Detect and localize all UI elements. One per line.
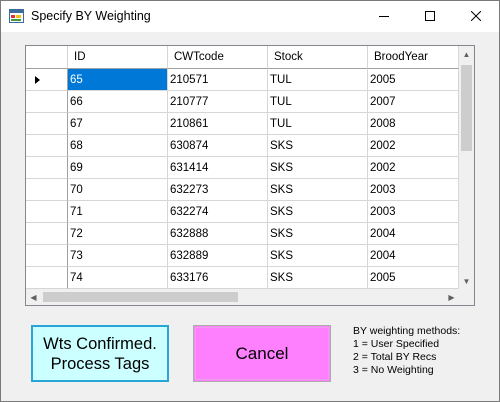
current-row-arrow-icon: [35, 76, 40, 84]
cell-broodyear[interactable]: 2003: [368, 201, 459, 223]
row-header[interactable]: [26, 201, 68, 223]
grid-header: ID CWTcode Stock BroodYear: [26, 46, 459, 69]
table-row[interactable]: 65 210571 TUL 2005: [26, 69, 459, 91]
cell-id[interactable]: 74: [68, 267, 168, 289]
scroll-left-icon[interactable]: ◀: [26, 289, 41, 305]
cell-broodyear[interactable]: 2003: [368, 179, 459, 201]
column-header-id[interactable]: ID: [68, 46, 168, 69]
cell-broodyear[interactable]: 2002: [368, 135, 459, 157]
scroll-right-icon[interactable]: ▶: [444, 289, 459, 305]
cell-id[interactable]: 67: [68, 113, 168, 135]
cell-id[interactable]: 69: [68, 157, 168, 179]
weighting-methods-legend: BY weighting methods: 1 = User Specified…: [353, 325, 460, 377]
app-window-icon: [9, 9, 24, 23]
row-header[interactable]: [26, 245, 68, 267]
cell-stock[interactable]: SKS: [268, 179, 368, 201]
row-header[interactable]: [26, 179, 68, 201]
cell-cwtcode[interactable]: 630874: [168, 135, 268, 157]
table-row[interactable]: 67 210861 TUL 2008: [26, 113, 459, 135]
grid-body: 65 210571 TUL 2005 66 210777 TUL 2007 67 210861 TU…: [26, 69, 459, 289]
cell-id[interactable]: 68: [68, 135, 168, 157]
row-header[interactable]: [26, 157, 68, 179]
table-row[interactable]: 72 632888 SKS 2004: [26, 223, 459, 245]
cell-id[interactable]: 71: [68, 201, 168, 223]
cell-broodyear[interactable]: 2004: [368, 223, 459, 245]
scrollbar-corner: [459, 289, 474, 305]
cell-stock[interactable]: SKS: [268, 157, 368, 179]
confirm-button-line1: Wts Confirmed.: [43, 335, 157, 353]
cell-broodyear[interactable]: 2005: [368, 69, 459, 91]
cell-stock[interactable]: SKS: [268, 267, 368, 289]
row-header[interactable]: [26, 91, 68, 113]
vertical-scroll-thumb[interactable]: [461, 65, 472, 151]
cell-stock[interactable]: TUL: [268, 91, 368, 113]
cell-cwtcode[interactable]: 632889: [168, 245, 268, 267]
maximize-button[interactable]: [407, 1, 453, 32]
dialog-window: Specify BY Weighting ID CWTcode Stock Br…: [0, 0, 500, 402]
cell-cwtcode[interactable]: 632274: [168, 201, 268, 223]
table-row[interactable]: 71 632274 SKS 2003: [26, 201, 459, 223]
table-row[interactable]: 73 632889 SKS 2004: [26, 245, 459, 267]
cell-broodyear[interactable]: 2008: [368, 113, 459, 135]
cell-cwtcode[interactable]: 632273: [168, 179, 268, 201]
cell-cwtcode[interactable]: 210777: [168, 91, 268, 113]
column-header-stock[interactable]: Stock: [268, 46, 368, 69]
scroll-up-icon[interactable]: ▲: [459, 46, 474, 62]
cancel-button-focus-border: [195, 327, 329, 380]
cell-stock[interactable]: SKS: [268, 223, 368, 245]
cell-id[interactable]: 70: [68, 179, 168, 201]
cell-id[interactable]: 65: [68, 69, 168, 91]
table-row[interactable]: 68 630874 SKS 2002: [26, 135, 459, 157]
table-row[interactable]: 69 631414 SKS 2002: [26, 157, 459, 179]
horizontal-scrollbar[interactable]: ◀ ▶: [26, 289, 459, 305]
cell-stock[interactable]: SKS: [268, 135, 368, 157]
vertical-scrollbar[interactable]: ▲ ▼: [459, 46, 474, 289]
cell-stock[interactable]: TUL: [268, 69, 368, 91]
cell-stock[interactable]: SKS: [268, 245, 368, 267]
row-header[interactable]: [26, 135, 68, 157]
cell-stock[interactable]: TUL: [268, 113, 368, 135]
cell-cwtcode[interactable]: 210861: [168, 113, 268, 135]
cell-broodyear[interactable]: 2007: [368, 91, 459, 113]
table-row[interactable]: 66 210777 TUL 2007: [26, 91, 459, 113]
data-grid[interactable]: ID CWTcode Stock BroodYear 65 210571 TUL 20…: [25, 45, 475, 306]
column-header-cwtcode[interactable]: CWTcode: [168, 46, 268, 69]
cell-stock[interactable]: SKS: [268, 201, 368, 223]
method-item: 1 = User Specified: [353, 338, 440, 350]
table-row[interactable]: 74 633176 SKS 2005: [26, 267, 459, 289]
cell-cwtcode[interactable]: 632888: [168, 223, 268, 245]
row-header[interactable]: [26, 223, 68, 245]
cell-cwtcode[interactable]: 633176: [168, 267, 268, 289]
close-icon: [470, 10, 482, 24]
methods-heading: BY weighting methods:: [353, 325, 461, 337]
row-header[interactable]: [26, 113, 68, 135]
column-header-broodyear[interactable]: BroodYear: [368, 46, 459, 69]
row-header[interactable]: [26, 267, 68, 289]
wts-confirmed-process-tags-button[interactable]: Wts Confirmed. Process Tags: [31, 325, 169, 382]
minimize-icon: [379, 10, 389, 24]
method-item: 3 = No Weighting: [353, 364, 434, 376]
cell-id[interactable]: 72: [68, 223, 168, 245]
window-title: Specify BY Weighting: [31, 9, 151, 23]
cell-cwtcode[interactable]: 210571: [168, 69, 268, 91]
cell-cwtcode[interactable]: 631414: [168, 157, 268, 179]
cell-broodyear[interactable]: 2005: [368, 267, 459, 289]
maximize-icon: [425, 10, 435, 24]
close-button[interactable]: [453, 1, 499, 32]
grid-corner-cell[interactable]: [26, 46, 68, 69]
cancel-button[interactable]: Cancel: [193, 325, 331, 382]
cell-broodyear[interactable]: 2004: [368, 245, 459, 267]
title-bar[interactable]: Specify BY Weighting: [1, 1, 499, 32]
cell-broodyear[interactable]: 2002: [368, 157, 459, 179]
minimize-button[interactable]: [361, 1, 407, 32]
confirm-button-line2: Process Tags: [50, 355, 150, 373]
cell-id[interactable]: 66: [68, 91, 168, 113]
scroll-down-icon[interactable]: ▼: [459, 273, 474, 289]
cell-id[interactable]: 73: [68, 245, 168, 267]
table-row[interactable]: 70 632273 SKS 2003: [26, 179, 459, 201]
horizontal-scroll-thumb[interactable]: [43, 292, 238, 302]
row-header[interactable]: [26, 69, 68, 91]
method-item: 2 = Total BY Recs: [353, 351, 437, 363]
